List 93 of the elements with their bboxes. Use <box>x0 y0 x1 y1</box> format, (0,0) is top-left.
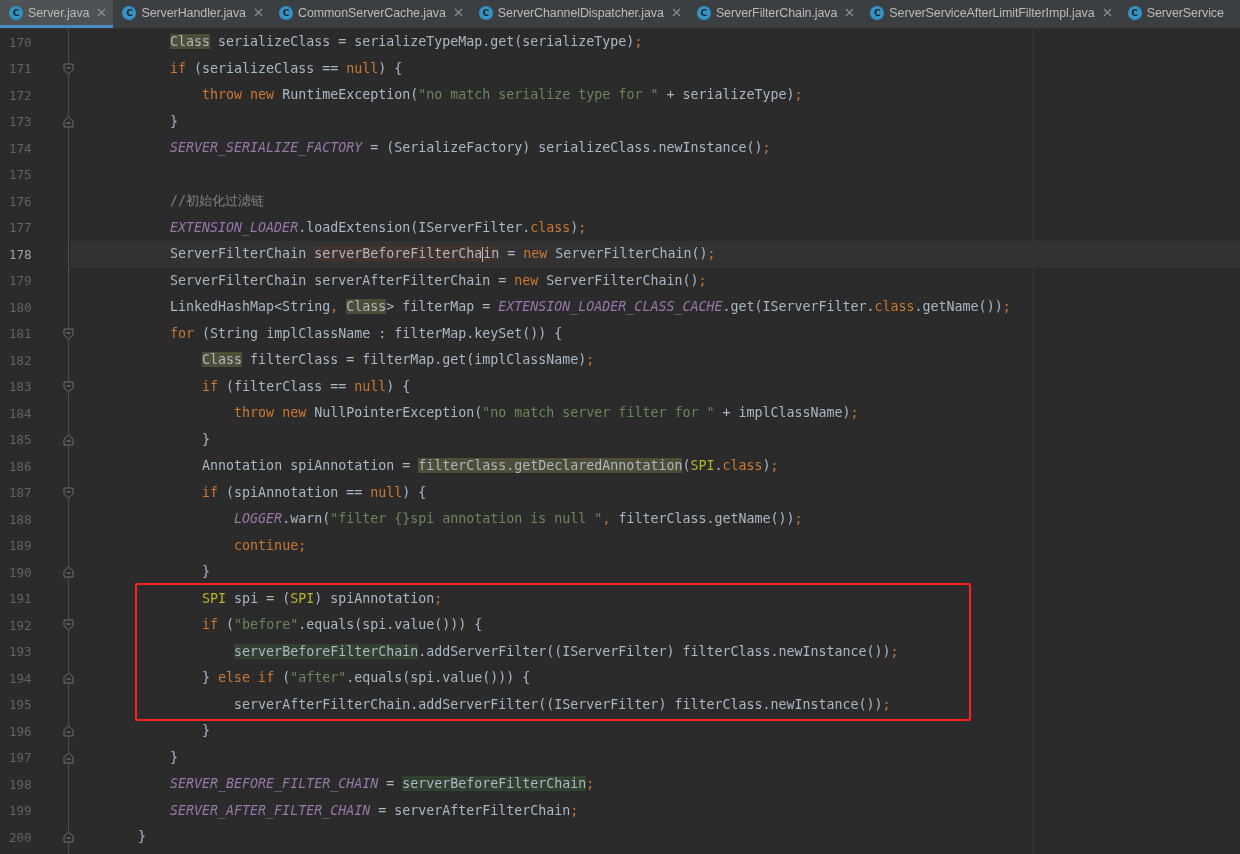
code-line: SERVER_AFTER_FILTER_CHAIN = serverAfterFilterChain; <box>170 801 579 821</box>
code-line: //初始化过滤链 <box>170 192 265 211</box>
class-file-icon: C <box>122 5 137 20</box>
code-line: SPI spi = (SPI) spiAnnotation; <box>202 589 443 608</box>
line-number: 172 <box>8 87 33 103</box>
close-icon[interactable] <box>671 8 681 17</box>
close-icon[interactable] <box>453 8 463 17</box>
line-number: 188 <box>8 511 33 527</box>
line-number: 192 <box>8 617 33 633</box>
code-line: serverBeforeFilterChain.addServerFilter((IServerFilter) filterClass.newInstance()); <box>234 642 899 661</box>
code-line: throw new RuntimeException("no match serialize type for " + serializeType); <box>202 86 803 105</box>
class-file-icon: C <box>478 5 493 20</box>
line-number: 182 <box>8 352 33 368</box>
fold-icon[interactable] <box>63 115 74 128</box>
code-line: SERVER_SERIALIZE_FACTORY = (SerializeFactory) serializeClass.newInstance(); <box>170 139 771 158</box>
code-line: if (filterClass == null) { <box>202 377 411 396</box>
line-number: 194 <box>8 670 33 686</box>
class-file-icon: C <box>9 5 23 20</box>
file-tab[interactable]: C ServerFilterChain.java <box>687 0 862 28</box>
line-number: 178 <box>8 246 33 262</box>
fold-icon[interactable] <box>63 62 74 75</box>
class-file-icon: C <box>1127 5 1142 20</box>
file-tab[interactable]: C ServerServiceAfterLimitFilterImpl.java <box>861 0 1119 28</box>
file-tab[interactable]: C ServerHandler.java <box>113 0 270 28</box>
class-file-icon: C <box>870 5 885 20</box>
code-line: LinkedHashMap<String, Class> filterMap = EXTENSION_LOADER_CLASS_CACHE.get(IServerFilter.class.getName()); <box>170 298 1011 317</box>
code-line: for (String implClassName : filterMap.keySet()) { <box>170 324 563 343</box>
code-line: if (serializeClass == null) { <box>170 59 403 78</box>
code-line: } <box>170 748 179 767</box>
close-icon[interactable] <box>1102 8 1112 17</box>
code-line: } <box>202 563 211 582</box>
line-number: 200 <box>8 829 33 845</box>
line-number: 190 <box>8 564 33 580</box>
line-number: 181 <box>8 326 33 342</box>
line-number: 195 <box>8 697 33 713</box>
code-line: serverAfterFilterChain.addServerFilter((IServerFilter) filterClass.newInstance()); <box>234 695 891 714</box>
line-number: 189 <box>8 538 33 554</box>
code-line: Class filterClass = filterMap.get(implClassName); <box>202 351 595 370</box>
line-number: 175 <box>8 167 33 183</box>
line-number: 186 <box>8 458 33 474</box>
fold-icon[interactable] <box>63 380 74 393</box>
code-line: } <box>170 112 179 131</box>
line-number: 193 <box>8 644 33 660</box>
code-line: } <box>202 722 211 741</box>
fold-icon[interactable] <box>63 751 74 764</box>
line-number: 183 <box>8 379 33 395</box>
class-file-icon: C <box>696 5 711 20</box>
fold-icon[interactable] <box>63 619 74 632</box>
line-number: 179 <box>8 273 33 289</box>
code-line: continue; <box>234 536 307 555</box>
fold-icon[interactable] <box>63 672 74 685</box>
file-tab[interactable]: C Server.java <box>0 0 114 28</box>
line-number: 198 <box>8 776 33 792</box>
fold-icon[interactable] <box>63 831 74 844</box>
line-number: 196 <box>8 723 33 739</box>
code-line: ServerFilterChain serverAfterFilterChain = new ServerFilterChain(); <box>170 271 707 290</box>
code-line: } else if ("after".equals(spi.value())) { <box>202 669 531 688</box>
code-line: if (spiAnnotation == null) { <box>202 483 427 502</box>
line-number: 170 <box>8 34 33 50</box>
line-number: 191 <box>8 591 33 607</box>
code-line: ServerFilterChain serverBeforeFilterCha in = new ServerFilterChain(); <box>170 245 716 264</box>
line-number: 173 <box>8 114 33 130</box>
fold-icon[interactable] <box>63 725 74 738</box>
line-number: 187 <box>8 485 33 501</box>
code-line: SERVER_BEFORE_FILTER_CHAIN = serverBeforeFilterChain; <box>170 775 595 794</box>
line-number: 171 <box>8 61 33 77</box>
close-icon[interactable] <box>845 8 855 17</box>
code-line: Annotation spiAnnotation = filterClass.getDeclaredAnnotation(SPI.class); <box>202 457 779 476</box>
file-tab[interactable]: C ServerService <box>1118 0 1231 28</box>
file-tab[interactable]: C ServerChannelDispatcher.java <box>469 0 688 28</box>
line-number: 197 <box>8 750 33 766</box>
fold-icon[interactable] <box>63 566 74 579</box>
fold-icon[interactable] <box>63 433 74 446</box>
class-file-icon: C <box>278 5 293 20</box>
code-line: } <box>202 430 211 449</box>
code-line: EXTENSION_LOADER.loadExtension(IServerFilter.class); <box>170 218 587 238</box>
line-number: 176 <box>8 193 33 209</box>
close-icon[interactable] <box>97 8 107 17</box>
line-number: 199 <box>8 803 33 819</box>
line-number: 177 <box>8 220 33 236</box>
code-line: if ("before".equals(spi.value())) { <box>202 616 483 635</box>
file-tab[interactable]: C CommonServerCache.java <box>269 0 470 28</box>
line-number: 184 <box>8 405 33 421</box>
close-icon[interactable] <box>253 8 263 17</box>
code-line: } <box>138 828 147 847</box>
line-number: 180 <box>8 299 33 315</box>
code-line: throw new NullPointerException("no match server filter for " + implClassName); <box>234 404 859 423</box>
line-number: 185 <box>8 432 33 448</box>
fold-icon[interactable] <box>63 327 74 340</box>
fold-icon[interactable] <box>63 486 74 499</box>
code-line: Class serializeClass = serializeTypeMap.get(serializeType); <box>170 33 643 52</box>
code-line: LOGGER.warn("filter {}spi annotation is null ", filterClass.getName()); <box>234 510 803 529</box>
line-number: 174 <box>8 140 33 156</box>
